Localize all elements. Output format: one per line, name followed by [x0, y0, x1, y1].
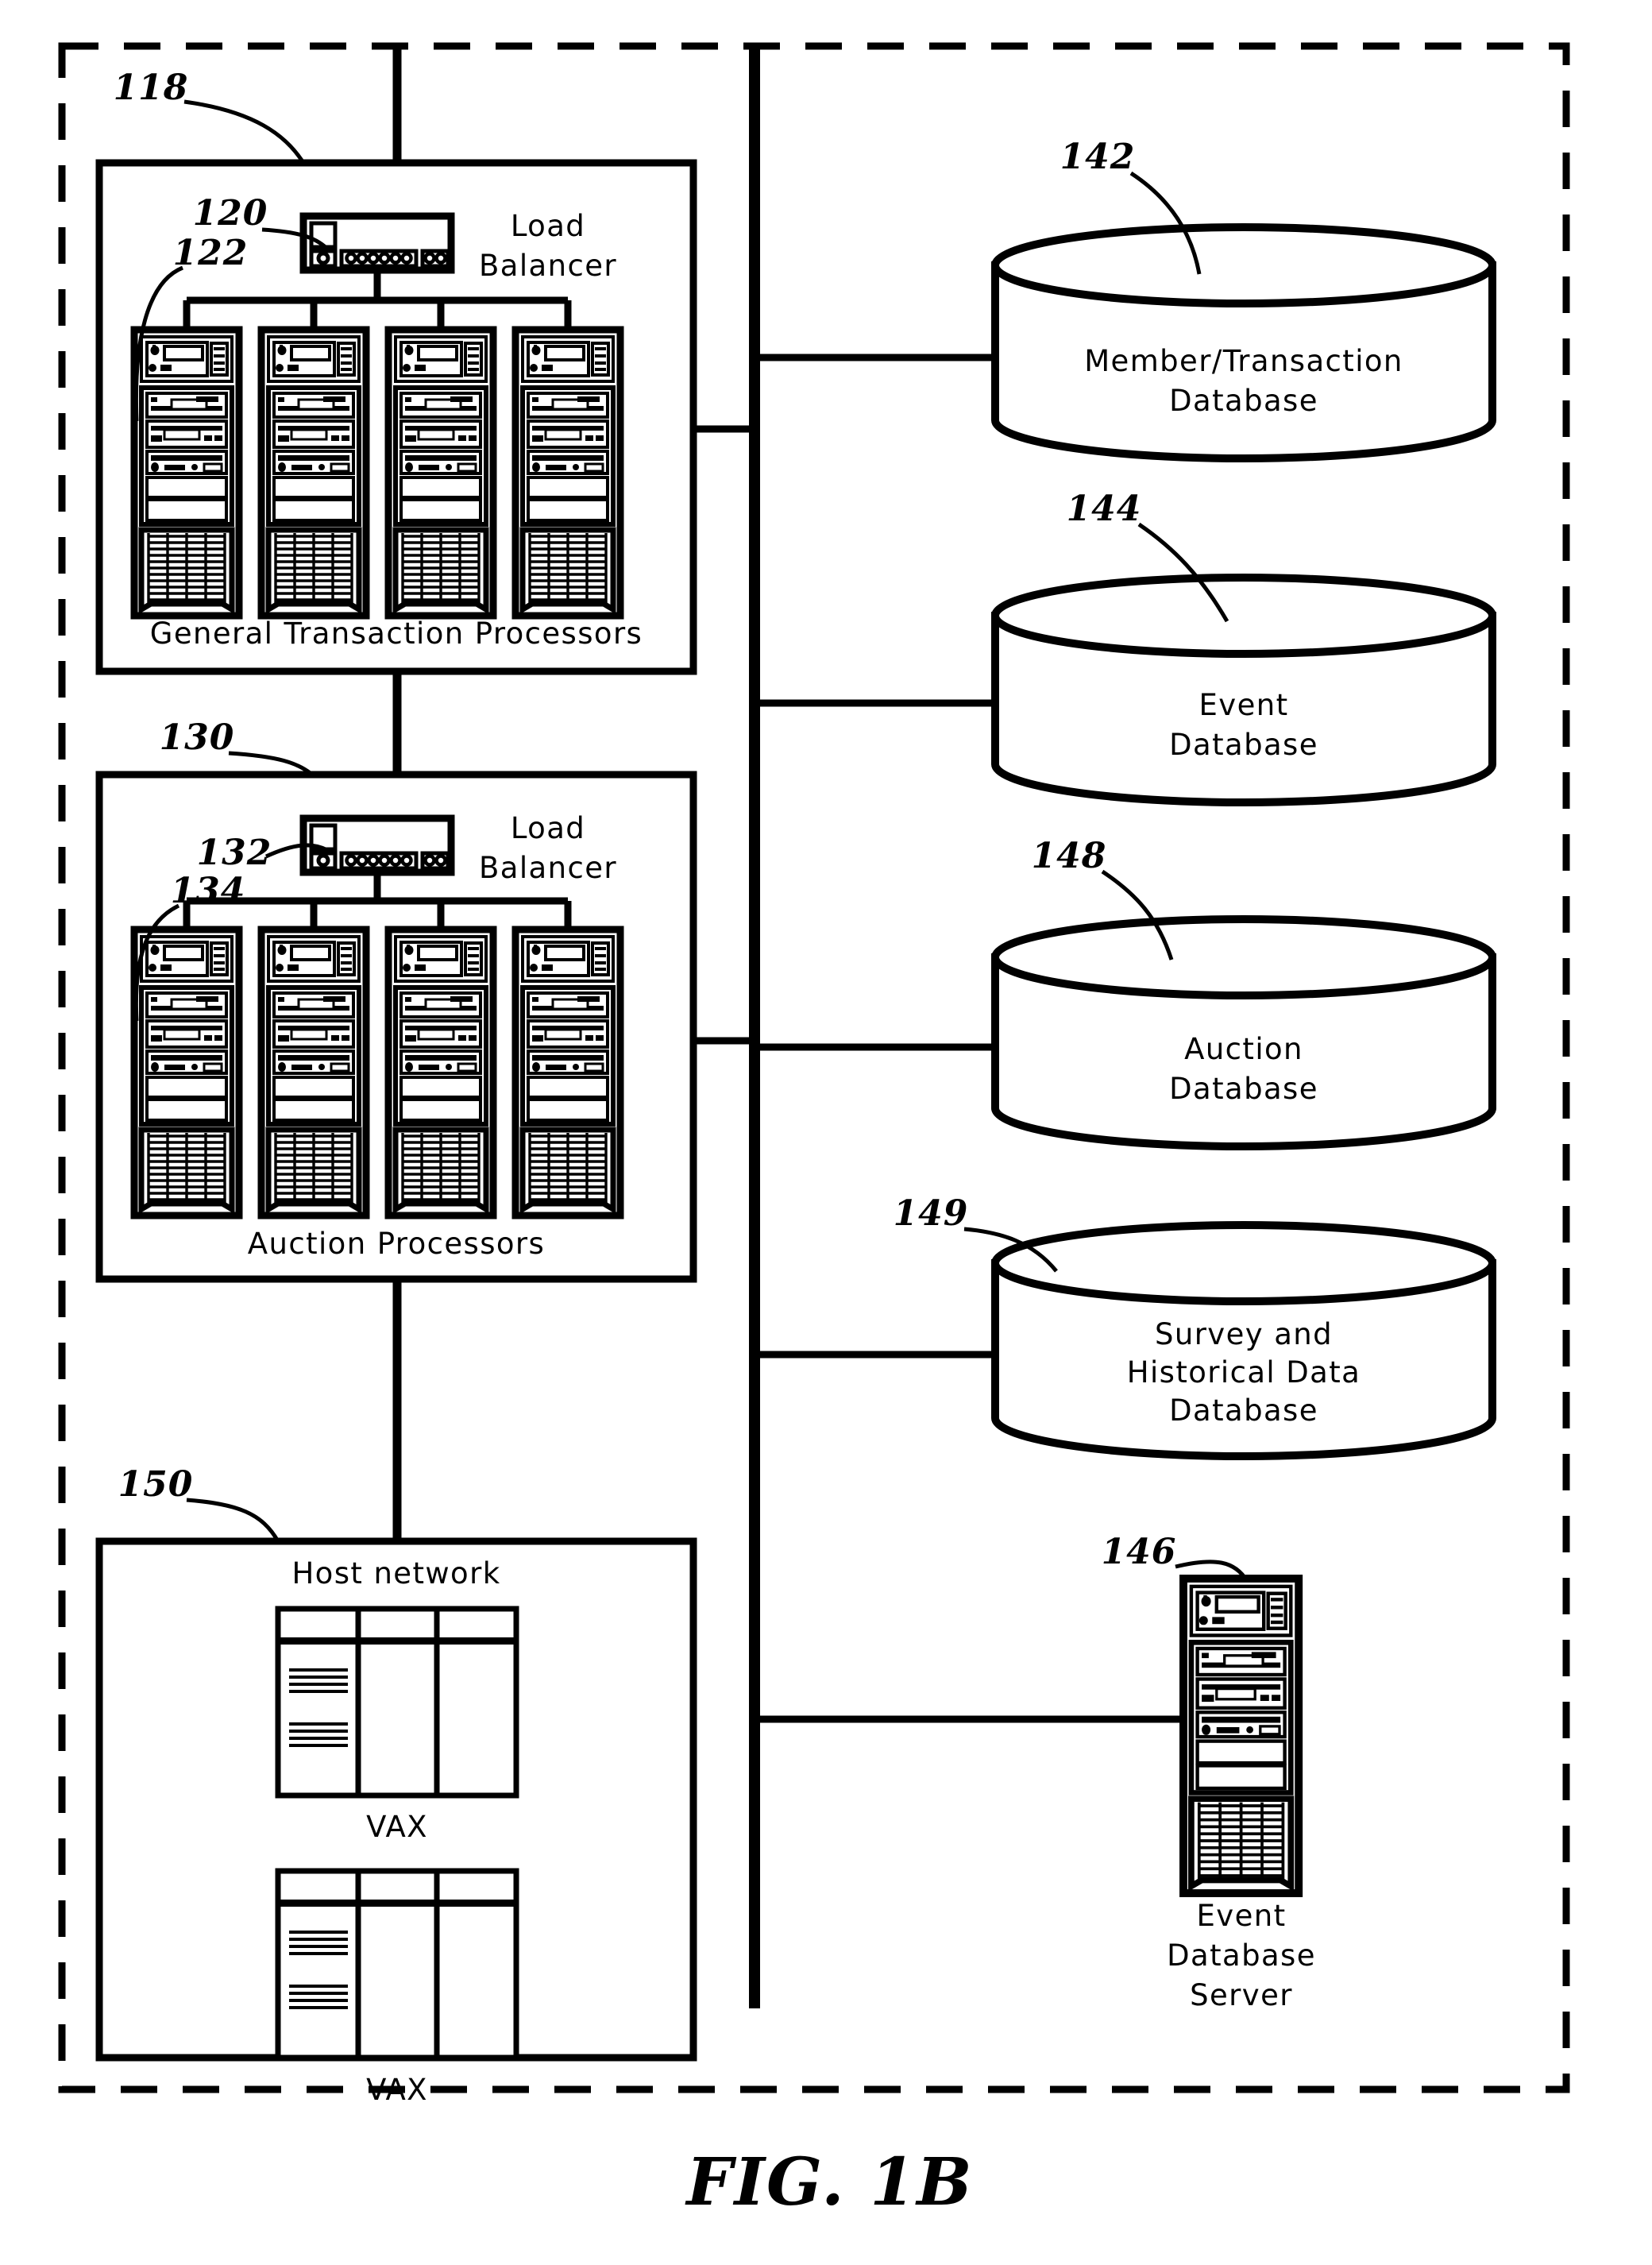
ref-number-122: 122	[173, 233, 249, 273]
vax-cabinet[interactable]	[278, 1609, 516, 1795]
vax-cabinet[interactable]	[278, 1871, 516, 2058]
db-149-label-line2: Historical Data	[1127, 1355, 1361, 1390]
ref-number-144: 144	[1067, 489, 1142, 529]
load-balancer-132-label-line1: Load	[511, 811, 585, 845]
ref-number-150: 150	[118, 1464, 194, 1505]
ref-number-118: 118	[114, 68, 189, 108]
db-142-label-line1: Member/Transaction	[1084, 344, 1403, 378]
ref-number-130: 130	[160, 717, 235, 758]
database-survey-historical[interactable]: Survey and Historical Data Database	[991, 1221, 1496, 1460]
server-tower[interactable]	[515, 930, 620, 1216]
load-balancer-120[interactable]	[303, 216, 451, 270]
figure-page: General Transaction Processors 118 120 1…	[0, 0, 1652, 2265]
ref-number-132: 132	[197, 833, 272, 873]
vax-label-2: VAX	[366, 2073, 428, 2107]
db-149-label-line3: Database	[1169, 1393, 1318, 1428]
db-148-label-line1: Auction	[1184, 1032, 1303, 1066]
database-member-transaction[interactable]: Member/Transaction Database	[991, 223, 1496, 462]
group-host-network[interactable]: Host network VAX VAX	[95, 1537, 697, 2107]
event-db-server-label-line3: Server	[1190, 1978, 1293, 2012]
db-149-top	[991, 1221, 1496, 1305]
server-tower[interactable]	[134, 930, 239, 1216]
ref-number-146: 146	[1102, 1532, 1177, 1572]
load-balancer-120-label-line2: Balancer	[479, 249, 617, 283]
server-tower[interactable]	[261, 930, 366, 1216]
server-tower[interactable]	[515, 330, 620, 616]
db-144-label-line1: Event	[1199, 688, 1289, 722]
server-tower[interactable]	[261, 330, 366, 616]
general-transaction-processors-label: General Transaction Processors	[150, 616, 643, 651]
database-auction[interactable]: Auction Database	[991, 915, 1496, 1150]
db-142-label-line2: Database	[1169, 384, 1318, 418]
server-tower[interactable]	[388, 930, 493, 1216]
event-db-server-label-line2: Database	[1167, 1938, 1316, 1973]
load-balancer-120-label-line1: Load	[511, 209, 585, 243]
figure-caption: FIG. 1B	[685, 2144, 973, 2221]
vax-label-1: VAX	[366, 1810, 428, 1844]
db-144-top	[991, 574, 1496, 658]
db-148-label-line2: Database	[1169, 1072, 1318, 1106]
server-tower[interactable]	[134, 330, 239, 616]
ref-number-149: 149	[894, 1193, 969, 1234]
server-tower[interactable]	[388, 330, 493, 616]
ref-number-134: 134	[171, 871, 246, 911]
event-database-server[interactable]	[1183, 1579, 1299, 1893]
event-db-server-label-line1: Event	[1197, 1899, 1287, 1933]
ref-number-148: 148	[1032, 836, 1107, 876]
db-149-label-line1: Survey and	[1155, 1317, 1333, 1351]
leader-line-150	[186, 1498, 280, 1543]
leader-line-118	[183, 99, 306, 164]
load-balancer-132[interactable]	[303, 818, 451, 872]
db-142-top	[991, 223, 1496, 307]
db-144-label-line2: Database	[1169, 728, 1318, 762]
auction-processors-label: Auction Processors	[248, 1227, 545, 1261]
ref-number-120: 120	[193, 193, 268, 234]
db-148-top	[991, 915, 1496, 999]
database-event[interactable]: Event Database	[991, 574, 1496, 806]
ref-number-142: 142	[1060, 137, 1136, 177]
load-balancer-132-label-line2: Balancer	[479, 851, 617, 885]
host-network-label: Host network	[291, 1556, 500, 1591]
figure-canvas: General Transaction Processors 118 120 1…	[58, 42, 1570, 2221]
